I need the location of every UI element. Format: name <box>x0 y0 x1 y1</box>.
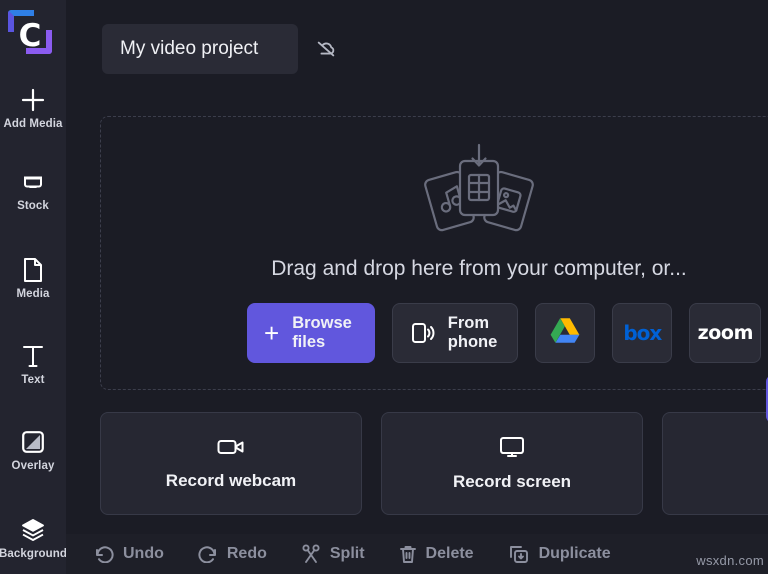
phone-wireless-icon <box>409 320 435 346</box>
split-label: Split <box>329 545 365 562</box>
sidebar-item-label: Add Media <box>3 117 63 130</box>
logo-letter: C <box>18 18 42 54</box>
sidebar-item-label: Background <box>0 547 66 560</box>
record-webcam-label: Record webcam <box>165 470 297 490</box>
undo-arrow-icon <box>94 545 114 563</box>
cloud-sync-off-icon[interactable] <box>314 37 338 61</box>
clipchamp-editor: C Add Media Stock Media Text Overlay Bac… <box>0 0 768 574</box>
sidebar-item-stock[interactable]: Stock <box>0 162 66 218</box>
undo-button[interactable]: Undo <box>94 545 164 563</box>
project-title-input[interactable] <box>102 24 298 74</box>
record-screen-card[interactable]: Record screen <box>381 412 643 515</box>
plus-icon: + <box>264 318 280 348</box>
duplicate-button[interactable]: Duplicate <box>508 544 611 564</box>
sidebar-item-text[interactable]: Text <box>0 336 66 392</box>
google-drive-button[interactable] <box>535 303 596 363</box>
box-button[interactable]: box <box>612 303 673 363</box>
sidebar-item-label: Media <box>16 287 50 300</box>
main-content: Drag and drop here from your computer, o… <box>66 0 768 574</box>
sidebar-item-add-media[interactable]: Add Media <box>0 80 66 136</box>
ai-video-card[interactable]: AI v <box>662 412 768 515</box>
sidebar-item-overlay[interactable]: Overlay <box>0 422 66 478</box>
sidebar: C Add Media Stock Media Text Overlay Bac… <box>0 0 66 574</box>
sidebar-item-media[interactable]: Media <box>0 250 66 306</box>
sidebar-item-label: Stock <box>17 199 49 212</box>
redo-arrow-icon <box>198 545 218 563</box>
redo-label: Redo <box>226 545 267 562</box>
duplicate-label: Duplicate <box>538 545 611 562</box>
redo-button[interactable]: Redo <box>198 545 267 563</box>
google-drive-icon <box>550 317 580 349</box>
zoom-logo-icon: zoom <box>697 322 754 344</box>
from-phone-button[interactable]: From phone <box>391 303 519 363</box>
import-sources-row: + Browse files From phone box zoom <box>247 303 762 363</box>
from-phone-label: From phone <box>447 314 498 351</box>
drop-zone-caption: Drag and drop here from your computer, o… <box>271 257 687 280</box>
box-logo-icon: box <box>623 321 662 345</box>
media-cards-with-down-arrow-icon <box>101 143 768 235</box>
layers-icon <box>20 517 46 543</box>
document-icon <box>22 257 44 283</box>
drop-zone[interactable]: Drag and drop here from your computer, o… <box>100 116 768 390</box>
bottom-toolbar: Undo Redo Split Delete Duplicate <box>66 534 768 574</box>
clipchamp-logo[interactable]: C <box>4 6 56 64</box>
title-bar <box>102 24 338 74</box>
overlay-icon <box>21 429 45 455</box>
scissors-icon <box>301 544 321 564</box>
record-webcam-card[interactable]: Record webcam <box>100 412 362 515</box>
delete-label: Delete <box>425 545 474 562</box>
split-button[interactable]: Split <box>301 544 365 564</box>
monitor-icon <box>499 436 525 458</box>
sidebar-item-label: Text <box>21 373 45 386</box>
delete-button[interactable]: Delete <box>399 544 474 564</box>
sidebar-item-background[interactable]: Background <box>0 510 66 566</box>
zoom-button[interactable]: zoom <box>689 303 762 363</box>
record-screen-label: Record screen <box>452 471 572 491</box>
record-cards-row: Record webcam Record screen AI v <box>100 412 768 515</box>
trash-icon <box>399 544 417 564</box>
video-camera-icon <box>217 437 245 457</box>
duplicate-icon <box>508 544 530 564</box>
stock-icon <box>21 169 45 195</box>
sidebar-item-label: Overlay <box>11 459 55 472</box>
browse-files-button[interactable]: + Browse files <box>247 303 375 363</box>
plus-icon <box>20 87 46 113</box>
browse-files-label: Browse files <box>292 314 352 351</box>
watermark: wsxdn.com <box>696 553 764 568</box>
undo-label: Undo <box>123 545 164 562</box>
text-icon <box>21 343 45 369</box>
